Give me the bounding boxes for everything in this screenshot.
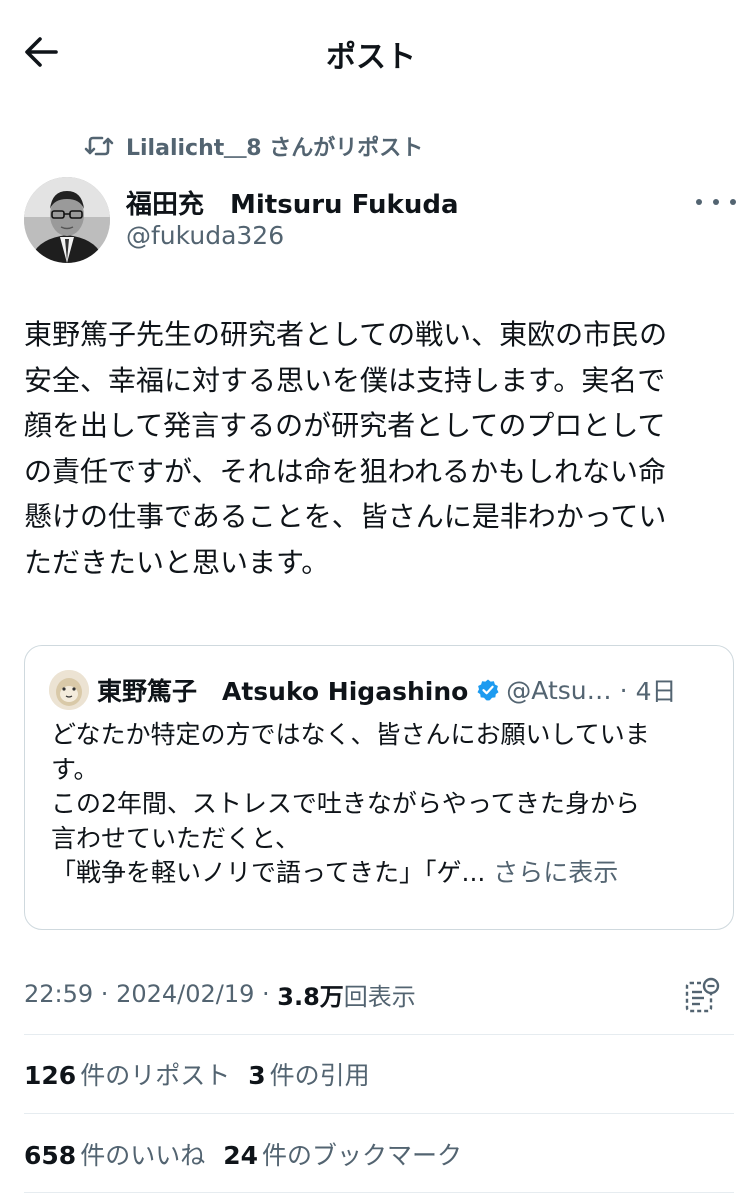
tweet-line: ただきたいと思います。 (24, 545, 330, 579)
repost-icon (84, 136, 114, 156)
page-title: ポスト (326, 40, 416, 75)
reposted-by-label: Lilalicht＿8 さんがリポスト (126, 136, 424, 161)
reposts-stat[interactable]: 126 件のリポスト (24, 1056, 230, 1092)
bookmarks-label: 件のブックマーク (262, 1141, 463, 1170)
quotes-stat[interactable]: 3 件の引用 (248, 1056, 369, 1092)
tweet-line: 安全、幸福に対する思いを僕は支持します。実名で (24, 363, 666, 397)
avatar[interactable] (24, 177, 110, 263)
quoted-avatar-image (49, 670, 89, 710)
reposts-label: 件のリポスト (80, 1061, 231, 1090)
likes-label: 件のいいね (80, 1141, 206, 1170)
bookmarks-count: 24 (223, 1141, 258, 1170)
quoted-line: 言わせていただくと、 (51, 823, 301, 853)
analytics-icon (685, 977, 720, 1013)
tweet-line: の責任ですが、それは命を狙われるかもしれない命 (24, 454, 667, 488)
stats-row-reposts: 126 件のリポスト 3 件の引用 (24, 1054, 388, 1094)
meta-separator: · (254, 980, 278, 1008)
quoted-author-handle: @Atsu… (506, 675, 612, 705)
tweet-time[interactable]: 22:59 (24, 980, 93, 1008)
author-handle[interactable]: @fukuda326 (126, 221, 284, 250)
tweet-line: 顔を出して発言するのが研究者としてのプロとして (24, 409, 666, 443)
quoted-header: 東野篤子 Atsuko Higashino @Atsu… · 4日 (97, 672, 677, 708)
quoted-tweet[interactable]: 東野篤子 Atsuko Higashino @Atsu… · 4日 どなたか特定… (24, 645, 734, 930)
quotes-count: 3 (248, 1061, 266, 1090)
quoted-author-name: 東野篤子 Atsuko Higashino (97, 677, 469, 706)
stats-row-likes: 658 件のいいね 24 件のブックマーク (24, 1134, 480, 1174)
likes-count: 658 (24, 1141, 77, 1170)
quoted-separator: · (619, 675, 628, 705)
more-icon (696, 199, 702, 205)
tweet-meta: 22:59 · 2024/02/19 · 3.8万 回表示 (24, 976, 416, 1012)
quoted-date: 4日 (635, 677, 677, 706)
divider (24, 1192, 734, 1193)
views-label: 回表示 (343, 982, 416, 1011)
quoted-avatar (49, 670, 89, 710)
top-bar: ポスト (0, 0, 742, 104)
tweet-text: 東野篤子先生の研究者としての戦い、東欧の市民の 安全、幸福に対する思いを僕は支持… (24, 312, 736, 586)
author-name[interactable]: 福田充 Mitsuru Fukuda (126, 184, 459, 221)
show-more-link[interactable]: さらに表示 (493, 858, 618, 887)
tweet-line: 懸けの仕事であることを、皆さんに是非わかってい (24, 500, 667, 534)
analytics-button[interactable] (682, 975, 722, 1015)
tweet-date[interactable]: 2024/02/19 (116, 980, 254, 1008)
quoted-line: 「戦争を軽いノリで語ってきた」「ゲ... (51, 858, 486, 887)
avatar-photo (24, 177, 110, 263)
views-count: 3.8万 (277, 982, 344, 1011)
quoted-line: この2年間、ストレスで吐きながらやってきた身から (51, 789, 640, 818)
quotes-label: 件の引用 (269, 1061, 370, 1090)
tweet-line: 東野篤子先生の研究者としての戦い、東欧の市民の (24, 318, 668, 351)
divider (24, 1113, 734, 1114)
quoted-line: す。 (51, 754, 99, 784)
likes-stat[interactable]: 658 件のいいね (24, 1136, 205, 1172)
reposted-by[interactable]: Lilalicht＿8 さんがリポスト (84, 130, 423, 162)
quoted-line: どなたか特定の方ではなく、皆さんにお願いしていま (51, 720, 650, 749)
quoted-line-last: 「戦争を軽いノリで語ってきた」「ゲ... さらに表示 (51, 856, 721, 891)
quoted-text: どなたか特定の方ではなく、皆さんにお願いしていま す。 この2年間、ストレスで吐… (51, 718, 721, 891)
bookmarks-stat[interactable]: 24 件のブックマーク (223, 1136, 462, 1172)
divider (24, 1034, 734, 1035)
meta-separator: · (93, 980, 117, 1008)
reposts-count: 126 (24, 1061, 77, 1090)
more-options-button[interactable] (696, 190, 736, 214)
verified-badge-icon (477, 679, 499, 701)
